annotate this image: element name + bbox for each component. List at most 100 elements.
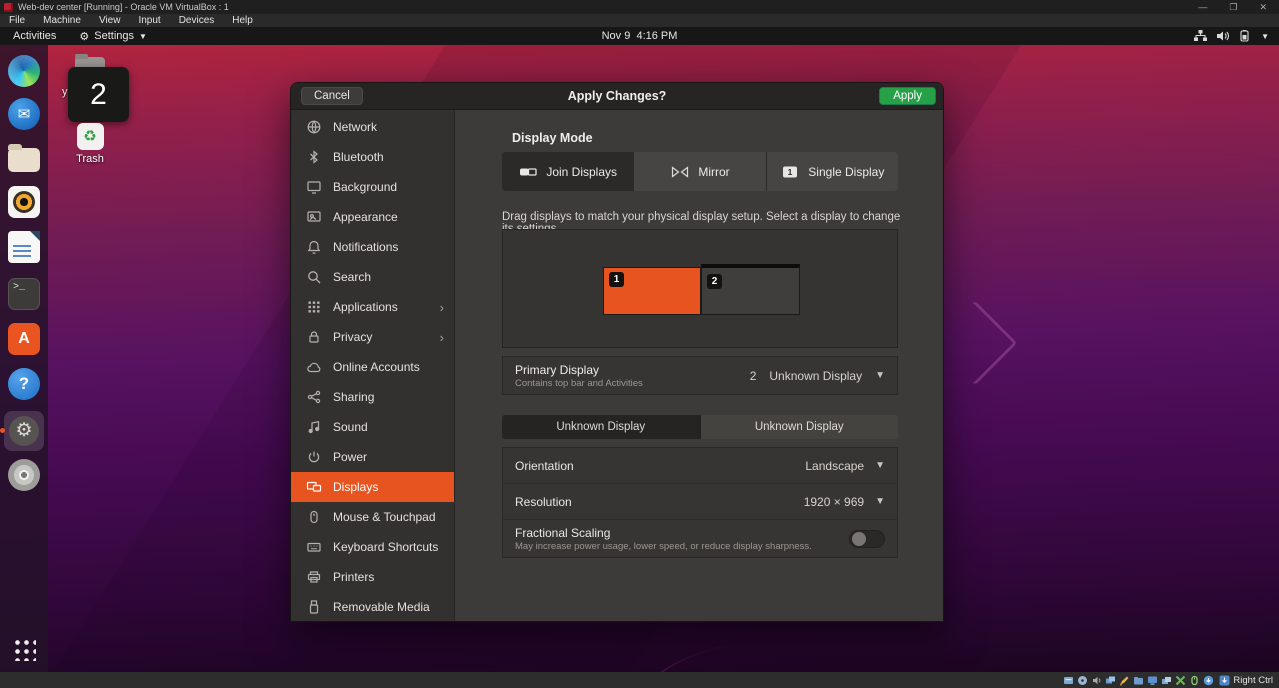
sidebar-label: Search: [333, 270, 371, 284]
menu-view[interactable]: View: [90, 15, 130, 26]
menu-help[interactable]: Help: [223, 15, 262, 26]
sidebar-label: Notifications: [333, 240, 398, 254]
sidebar-item-keyboard-shortcuts[interactable]: Keyboard Shortcuts: [291, 532, 454, 562]
sidebar-label: Applications: [333, 300, 398, 314]
chevron-right-icon: ›: [440, 330, 444, 345]
sidebar-item-sound[interactable]: Sound: [291, 412, 454, 442]
dock-libreoffice-writer[interactable]: [8, 231, 40, 263]
dock-ubuntu-software[interactable]: A: [8, 323, 40, 355]
sidebar-item-bluetooth[interactable]: Bluetooth: [291, 142, 454, 172]
features-icon[interactable]: [1175, 675, 1186, 686]
sidebar-item-sharing[interactable]: Sharing: [291, 382, 454, 412]
sidebar-item-network[interactable]: Network: [291, 112, 454, 142]
sidebar-item-removable-media[interactable]: Removable Media: [291, 592, 454, 622]
menu-machine[interactable]: Machine: [34, 15, 90, 26]
orientation-dropdown[interactable]: Landscape ▼: [805, 459, 885, 473]
sidebar-item-search[interactable]: Search: [291, 262, 454, 292]
system-tray[interactable]: ▼: [1194, 30, 1279, 42]
app-menu-settings[interactable]: ⚙ Settings ▼: [69, 27, 157, 45]
menu-file[interactable]: File: [0, 15, 34, 26]
display-icon[interactable]: [1147, 675, 1158, 686]
sidebar-item-mouse-touchpad[interactable]: Mouse & Touchpad: [291, 502, 454, 532]
show-applications-button[interactable]: [12, 637, 36, 661]
dock-thunderbird[interactable]: ✉: [8, 98, 40, 130]
close-button[interactable]: ✕: [1259, 2, 1267, 13]
globe-icon: [306, 119, 322, 135]
sidebar-item-notifications[interactable]: Notifications: [291, 232, 454, 262]
hard-disk-icon[interactable]: [1063, 675, 1074, 686]
fractional-scaling-toggle[interactable]: [849, 530, 885, 548]
sidebar-item-power[interactable]: Power: [291, 442, 454, 472]
sidebar-item-online-accounts[interactable]: Online Accounts: [291, 352, 454, 382]
audio-icon[interactable]: [1091, 675, 1102, 686]
host-key-indicator: Right Ctrl: [1219, 675, 1279, 686]
vbox-status-bar: Right Ctrl: [0, 672, 1279, 688]
media-icon: [306, 599, 322, 615]
window-header: Cancel Apply Changes? Apply: [291, 83, 943, 110]
sidebar-label: Network: [333, 120, 377, 134]
keyboard-icon: [306, 539, 322, 555]
dock-edge-browser[interactable]: [8, 55, 40, 87]
sidebar-item-background[interactable]: Background: [291, 172, 454, 202]
vbox-titlebar: Web-dev center [Running] - Oracle VM Vir…: [0, 0, 1279, 14]
network-adapter-icon[interactable]: [1105, 675, 1116, 686]
dock-disc-burner[interactable]: [8, 459, 40, 491]
primary-display-dropdown[interactable]: 2 Unknown Display ▼: [750, 369, 885, 383]
sidebar-item-privacy[interactable]: Privacy ›: [291, 322, 454, 352]
toggle-knob: [852, 532, 866, 546]
display-identifier-badge: 2: [68, 67, 129, 122]
clock[interactable]: Nov 9 4:16 PM: [0, 30, 1279, 42]
sidebar-item-applications[interactable]: Applications ›: [291, 292, 454, 322]
recording-icon[interactable]: [1161, 675, 1172, 686]
dock-terminal[interactable]: >_: [8, 278, 40, 310]
running-indicator: [0, 428, 5, 433]
primary-display-subtitle: Contains top bar and Activities: [515, 378, 643, 389]
tab-mirror[interactable]: Mirror: [634, 152, 766, 191]
chevron-down-icon: ▼: [875, 496, 885, 507]
tab-single-display[interactable]: 1 Single Display: [767, 152, 898, 191]
dock-files[interactable]: [8, 143, 40, 175]
tab-label: Single Display: [808, 165, 884, 179]
shared-folder-icon[interactable]: [1133, 675, 1144, 686]
dock-help[interactable]: ?: [8, 368, 40, 400]
menu-devices[interactable]: Devices: [170, 15, 224, 26]
dock-rhythmbox[interactable]: [8, 186, 40, 218]
orientation-label: Orientation: [515, 459, 574, 473]
tab-label: Join Displays: [546, 165, 617, 179]
cloud-icon: [306, 359, 322, 375]
mouse-integration-icon[interactable]: [1189, 675, 1200, 686]
sidebar-item-displays[interactable]: Displays: [291, 472, 454, 502]
activities-button[interactable]: Activities: [0, 27, 69, 45]
apply-button[interactable]: Apply: [879, 87, 936, 105]
minimize-button[interactable]: —: [1198, 2, 1207, 13]
trash[interactable]: ♻ Trash: [62, 123, 118, 165]
sidebar-label: Background: [333, 180, 397, 194]
sidebar-item-printers[interactable]: Printers: [291, 562, 454, 592]
cancel-button[interactable]: Cancel: [301, 87, 363, 105]
resolution-dropdown[interactable]: 1920 × 969 ▼: [804, 495, 885, 509]
dock-settings-active[interactable]: ⚙: [4, 411, 44, 451]
fractional-scaling-subtitle: May increase power usage, lower speed, o…: [515, 541, 812, 552]
tab-join-displays[interactable]: Join Displays: [502, 152, 634, 191]
sidebar-item-appearance[interactable]: Appearance: [291, 202, 454, 232]
chevron-down-icon: ▼: [139, 32, 147, 41]
folder-label-fragment: y: [62, 86, 68, 98]
display-1-thumbnail[interactable]: 1: [603, 267, 701, 315]
sidebar-label: Bluetooth: [333, 150, 384, 164]
chevron-down-icon: ▼: [1261, 32, 1269, 41]
display-2-badge: 2: [707, 274, 722, 289]
primary-display-row[interactable]: Primary Display Contains top bar and Act…: [502, 356, 898, 395]
resolution-row[interactable]: Resolution 1920 × 969 ▼: [503, 484, 897, 520]
dock: ✉ >_ A ? ⚙: [0, 45, 48, 672]
display-2-thumbnail[interactable]: 2: [701, 264, 800, 315]
tab-unknown-display-2[interactable]: Unknown Display: [701, 415, 899, 439]
power-icon: [306, 449, 322, 465]
keyboard-icon[interactable]: [1203, 675, 1214, 686]
maximize-button[interactable]: ❐: [1229, 2, 1237, 13]
menu-input[interactable]: Input: [129, 15, 169, 26]
optical-disc-icon[interactable]: [1077, 675, 1088, 686]
tab-unknown-display-1[interactable]: Unknown Display: [502, 415, 701, 439]
document-icon: [8, 231, 40, 263]
usb-icon[interactable]: [1119, 675, 1130, 686]
orientation-row[interactable]: Orientation Landscape ▼: [503, 448, 897, 484]
